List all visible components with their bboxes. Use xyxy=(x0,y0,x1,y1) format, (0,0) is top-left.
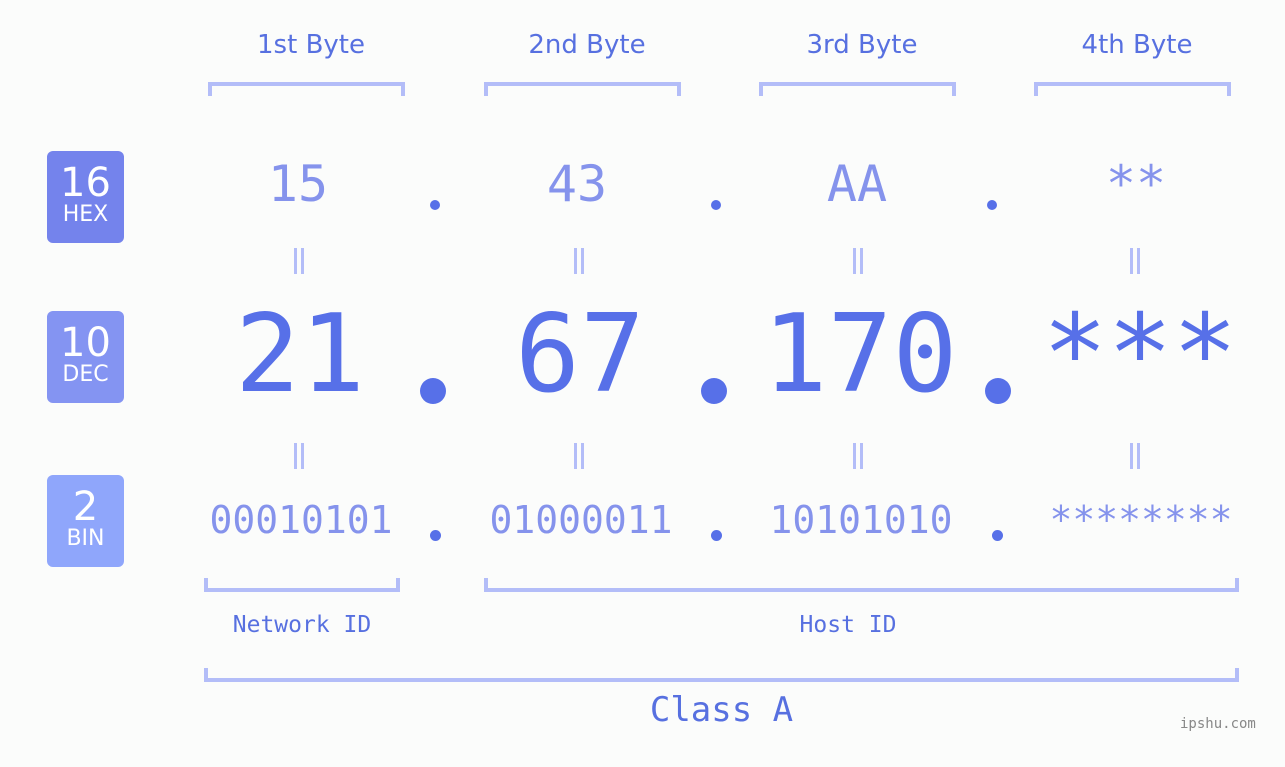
hex-base-label: HEX xyxy=(62,202,109,227)
dec-value-4: *** xyxy=(1042,292,1238,417)
hex-value-3: AA xyxy=(826,155,888,213)
bin-value-2: 01000011 xyxy=(489,498,673,542)
hex-base-number: 16 xyxy=(60,160,111,206)
dec-badge: 10 DEC xyxy=(47,311,124,403)
dec-base-label: DEC xyxy=(62,362,109,387)
byte-title-2: 2nd Byte xyxy=(528,30,646,60)
hex-separator-dot xyxy=(987,200,997,210)
hex-value-4: ** xyxy=(1105,155,1167,213)
hex-value-1: 15 xyxy=(267,155,329,213)
byte-bracket-4 xyxy=(1034,82,1231,96)
bin-separator-dot xyxy=(430,530,441,541)
byte-title-3: 3rd Byte xyxy=(806,30,918,60)
class-label: Class A xyxy=(649,690,794,730)
bin-separator-dot xyxy=(711,530,722,541)
equals-icon xyxy=(851,248,865,274)
hex-value-2: 43 xyxy=(546,155,608,213)
equals-icon xyxy=(572,443,586,469)
host-id-label: Host ID xyxy=(799,612,897,638)
class-bracket xyxy=(204,668,1239,682)
bin-value-1: 00010101 xyxy=(209,498,393,542)
dec-base-number: 10 xyxy=(60,320,111,366)
bin-separator-dot xyxy=(992,530,1003,541)
hex-separator-dot xyxy=(430,200,440,210)
equals-icon xyxy=(572,248,586,274)
bin-base-label: BIN xyxy=(66,526,105,551)
byte-title-1: 1st Byte xyxy=(257,30,365,60)
byte-bracket-2 xyxy=(484,82,681,96)
dec-separator-dot xyxy=(420,378,446,404)
dec-separator-dot xyxy=(985,378,1011,404)
equals-icon xyxy=(292,443,306,469)
equals-icon xyxy=(1128,248,1142,274)
byte-title-4: 4th Byte xyxy=(1081,30,1193,60)
hex-separator-dot xyxy=(711,200,721,210)
equals-icon xyxy=(292,248,306,274)
equals-icon xyxy=(1128,443,1142,469)
byte-bracket-1 xyxy=(208,82,405,96)
bin-badge: 2 BIN xyxy=(47,475,124,567)
network-id-label: Network ID xyxy=(232,612,372,638)
dec-separator-dot xyxy=(701,378,727,404)
dec-value-2: 67 xyxy=(514,292,646,417)
hex-badge: 16 HEX xyxy=(47,151,124,243)
dec-value-3: 170 xyxy=(762,292,958,417)
watermark: ipshu.com xyxy=(1180,716,1256,732)
equals-icon xyxy=(851,443,865,469)
host-id-bracket xyxy=(484,578,1239,592)
byte-bracket-3 xyxy=(759,82,956,96)
bin-value-3: 10101010 xyxy=(769,498,953,542)
bin-value-4: ******** xyxy=(1049,498,1233,542)
dec-value-1: 21 xyxy=(234,292,366,417)
network-id-bracket xyxy=(204,578,400,592)
bin-base-number: 2 xyxy=(72,484,99,530)
